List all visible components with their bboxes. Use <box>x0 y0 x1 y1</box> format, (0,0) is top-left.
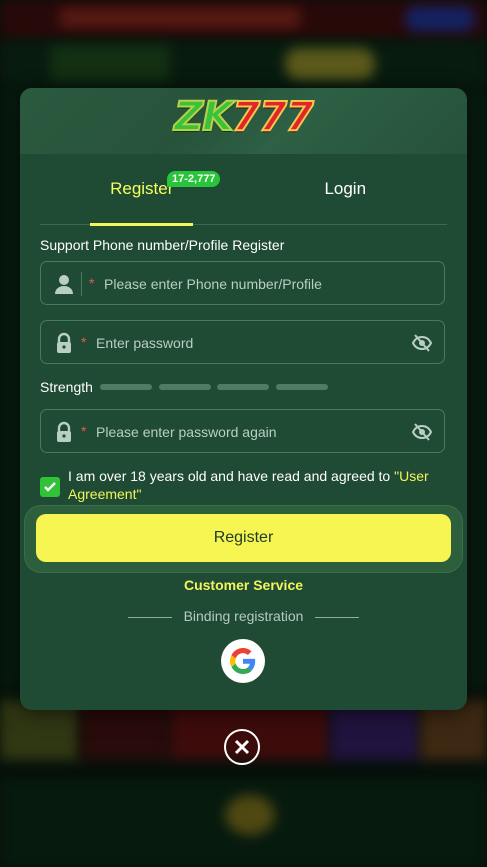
tab-login[interactable]: Login <box>244 154 448 224</box>
eye-off-icon[interactable] <box>411 422 433 442</box>
strength-label: Strength <box>40 379 93 395</box>
strength-bar <box>217 384 269 390</box>
phone-field[interactable]: * <box>40 261 445 306</box>
close-button[interactable] <box>224 729 260 765</box>
register-modal: ZK777 Register 17-2,777 Login Support Ph… <box>20 88 467 710</box>
required-mark: * <box>81 334 87 350</box>
modal-header: ZK777 <box>20 88 467 154</box>
divider-line <box>315 616 360 618</box>
logo-text-zk: ZK <box>173 93 234 141</box>
logo-text-777: 777 <box>231 93 314 141</box>
logo: ZK777 <box>20 93 467 141</box>
phone-input[interactable] <box>102 262 426 306</box>
strength-bar <box>276 384 328 390</box>
divider-line <box>127 616 172 618</box>
register-badge: 17-2,777 <box>167 171 221 187</box>
agreement-checkbox[interactable] <box>40 477 60 497</box>
support-label: Support Phone number/Profile Register <box>40 237 285 253</box>
required-mark: * <box>81 423 87 439</box>
required-mark: * <box>89 275 95 291</box>
binding-registration-divider: Binding registration <box>20 608 467 624</box>
confirm-password-field[interactable]: * <box>40 409 445 454</box>
tab-register-label: Register <box>110 179 174 198</box>
register-button-frame: Register <box>25 506 462 572</box>
tab-login-label: Login <box>324 179 367 198</box>
tab-register[interactable]: Register <box>40 154 244 224</box>
google-icon <box>230 648 256 674</box>
close-icon <box>234 739 250 755</box>
lock-icon <box>53 332 75 354</box>
agreement-text: I am over 18 years old and have read and… <box>68 467 448 503</box>
active-tab-indicator <box>90 223 193 226</box>
strength-bar <box>159 384 211 390</box>
customer-service-link[interactable]: Customer Service <box>20 577 467 593</box>
eye-off-icon[interactable] <box>411 333 433 353</box>
check-icon <box>44 482 56 492</box>
google-login-button[interactable] <box>221 639 265 683</box>
user-icon <box>53 273 75 295</box>
binding-label: Binding registration <box>183 608 304 624</box>
strength-bar <box>100 384 152 390</box>
register-button[interactable]: Register <box>36 514 451 562</box>
agreement-label: I am over 18 years old and have read and… <box>68 468 395 484</box>
confirm-password-input[interactable] <box>94 410 398 454</box>
password-input[interactable] <box>94 321 398 365</box>
password-field[interactable]: * <box>40 320 445 365</box>
lock-icon <box>53 421 75 443</box>
auth-tabs: Register 17-2,777 Login <box>40 154 448 226</box>
field-separator <box>81 272 82 296</box>
